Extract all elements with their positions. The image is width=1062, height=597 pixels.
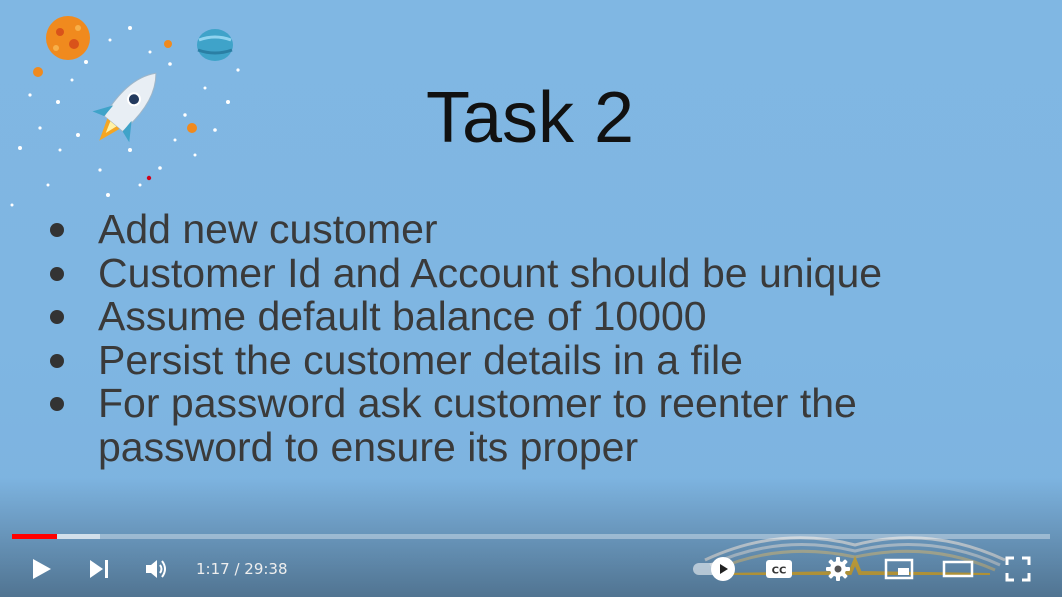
bullet-item: Persist the customer details in a file: [44, 338, 882, 383]
next-icon: [90, 560, 108, 578]
bullet-dot: [50, 223, 64, 237]
rocket-icon: [92, 72, 157, 143]
autoplay-toggle[interactable]: [693, 557, 737, 581]
slide-bullet-list: Add new customer Customer Id and Account…: [44, 207, 882, 470]
slide-title: Task 2: [425, 78, 635, 158]
gear-icon: [826, 557, 850, 581]
red-star: [146, 175, 152, 181]
rocket-illustration: [10, 16, 240, 207]
player-controls: 1:17 / 29:38 CC: [0, 545, 1062, 593]
video-frame[interactable]: Task 2 Add new customer Customer Id and …: [0, 0, 1062, 597]
time-display: 1:17 / 29:38: [196, 545, 288, 593]
volume-button[interactable]: [134, 545, 180, 593]
fullscreen-icon: [1005, 556, 1031, 582]
small-planet: [187, 123, 197, 133]
theater-icon: [942, 560, 974, 578]
theater-button[interactable]: [935, 545, 981, 593]
bullet-item: For password ask customer to reenter the: [44, 381, 882, 426]
video-player[interactable]: Task 2 Add new customer Customer Id and …: [0, 0, 1062, 597]
play-icon: [720, 564, 728, 574]
autoplay-knob: [711, 557, 735, 581]
bullet-item: Customer Id and Account should be unique: [44, 251, 882, 296]
play-button[interactable]: [18, 545, 64, 593]
time-separator: /: [229, 560, 245, 578]
bullet-dot: [50, 266, 64, 281]
next-button[interactable]: [76, 545, 122, 593]
progress-bar[interactable]: [12, 534, 1050, 539]
play-icon: [33, 559, 51, 579]
bullet-item: Assume default balance of 10000: [44, 294, 882, 339]
blue-planet: [197, 29, 233, 61]
small-planet: [33, 67, 43, 77]
settings-button[interactable]: [815, 545, 861, 593]
bullet-continuation: password to ensure its proper: [98, 423, 639, 470]
bullet-dot: [50, 310, 64, 324]
current-time: 1:17: [196, 560, 230, 578]
small-planet: [164, 40, 172, 48]
bullet-dot: [50, 353, 64, 368]
orange-planet: [46, 16, 90, 60]
duration: 29:38: [244, 560, 288, 578]
svg-text:CC: CC: [772, 566, 787, 577]
fullscreen-button[interactable]: [995, 545, 1041, 593]
captions-button[interactable]: CC: [756, 545, 802, 593]
miniplayer-icon: [884, 558, 914, 580]
miniplayer-button[interactable]: [876, 545, 922, 593]
volume-icon: [146, 560, 166, 578]
bullet-dot: [50, 397, 64, 411]
played-bar: [12, 534, 57, 539]
bullet-item: Add new customer: [44, 207, 882, 252]
cc-icon: CC: [766, 560, 792, 578]
